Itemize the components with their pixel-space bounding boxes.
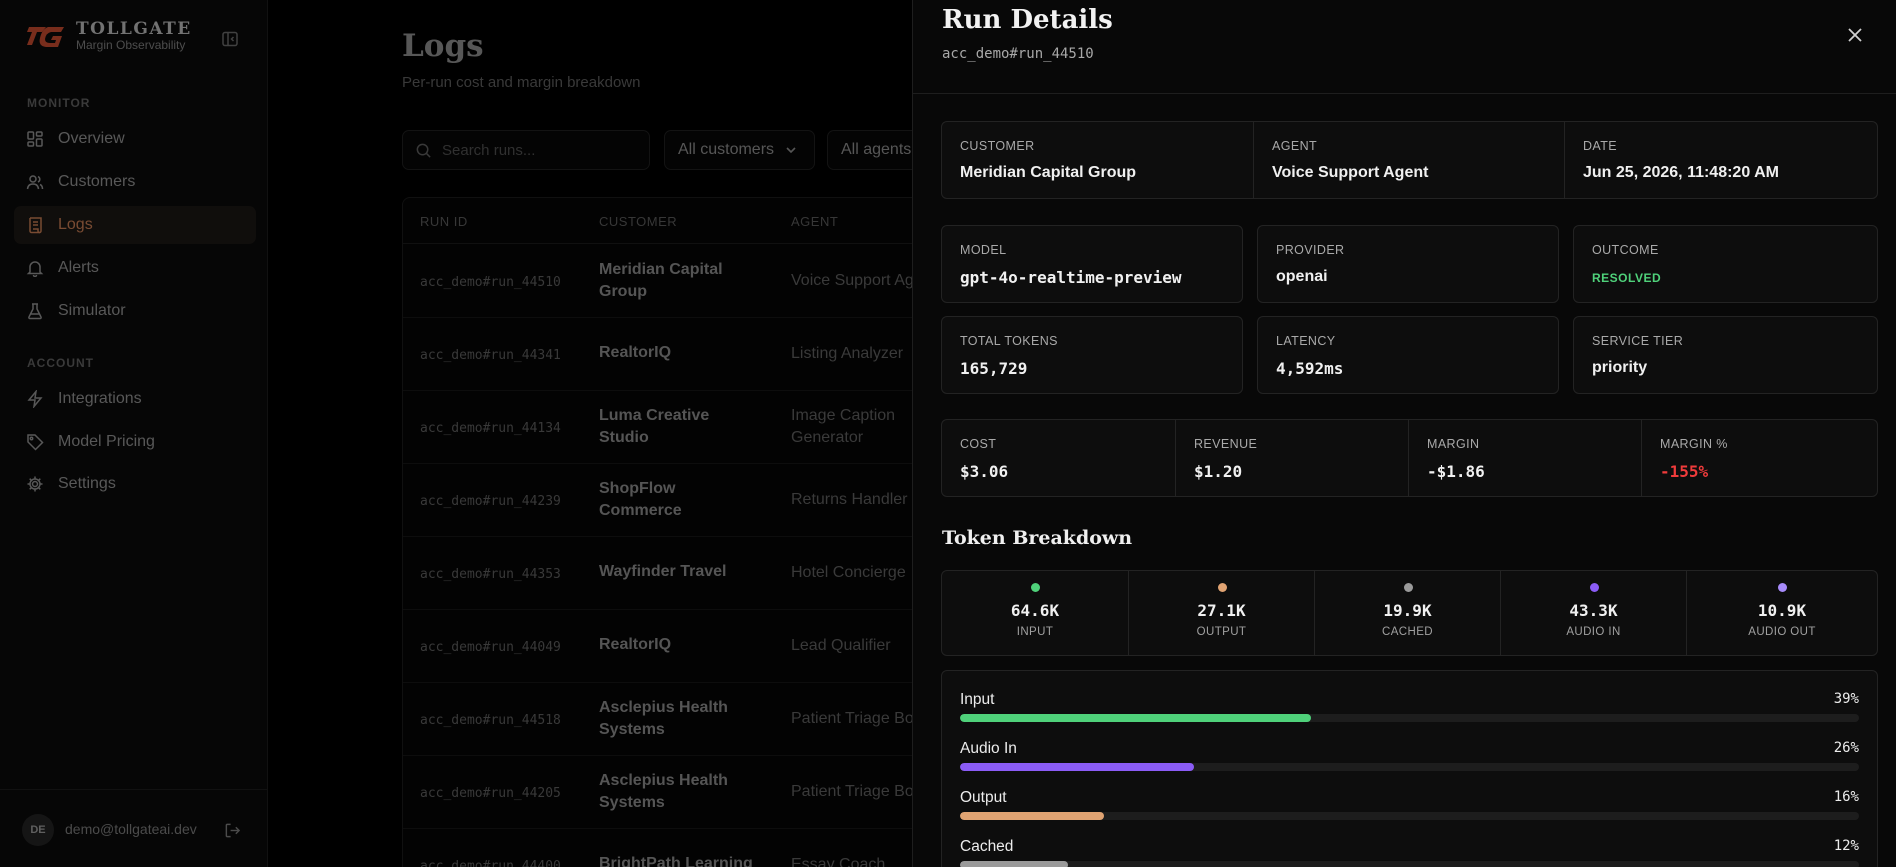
token-type-audio-out: 10.9K AUDIO OUT	[1686, 571, 1877, 655]
proportion-row-output: Output 16%	[960, 789, 1859, 829]
token-types-card: 64.6K INPUT 27.1K OUTPUT 19.9K CACHED 43…	[941, 570, 1878, 656]
total-tokens-card: TOTAL TOKENS 165,729	[941, 316, 1243, 394]
agent-label: AGENT	[1272, 139, 1318, 153]
financials-card: COST $3.06 REVENUE $1.20 MARGIN -$1.86 M…	[941, 419, 1878, 497]
margin-pct-info: MARGIN % -155%	[1641, 420, 1877, 496]
customer-info: CUSTOMER Meridian Capital Group	[942, 122, 1253, 198]
token-type-label: OUTPUT	[1196, 626, 1247, 638]
cost-info: COST $3.06	[942, 420, 1175, 496]
revenue-value: $1.20	[1194, 462, 1243, 481]
proportion-label: Output	[960, 789, 1007, 806]
service-tier-value: priority	[1592, 359, 1648, 376]
proportion-percent: 39%	[1833, 691, 1859, 707]
customer-value: Meridian Capital Group	[960, 164, 1137, 181]
model-value: gpt-4o-realtime-preview	[960, 268, 1182, 287]
proportion-percent: 12%	[1833, 838, 1859, 854]
token-count: 19.9K	[1383, 601, 1432, 620]
token-proportion-card: Input 39% Audio In 26% Output 16% Cached…	[941, 670, 1878, 867]
proportion-bar	[960, 714, 1311, 722]
token-breakdown-title: Token Breakdown	[942, 527, 1133, 549]
revenue-info: REVENUE $1.20	[1175, 420, 1408, 496]
date-label: DATE	[1583, 139, 1618, 153]
token-count: 27.1K	[1197, 601, 1246, 620]
date-value: Jun 25, 2026, 11:48:20 AM	[1583, 164, 1779, 181]
proportion-bar	[960, 812, 1104, 820]
margin-pct-value: -155%	[1660, 462, 1709, 481]
proportion-track	[960, 714, 1859, 722]
token-type-label: CACHED	[1382, 626, 1433, 638]
outcome-card: OUTCOME RESOLVED	[1573, 225, 1878, 303]
token-count: 43.3K	[1569, 601, 1618, 620]
cost-label: COST	[960, 437, 997, 451]
total-tokens-value: 165,729	[960, 359, 1028, 378]
run-info-card: CUSTOMER Meridian Capital Group AGENT Vo…	[941, 121, 1878, 199]
proportion-row-input: Input 39%	[960, 691, 1859, 731]
latency-label: LATENCY	[1276, 334, 1336, 348]
proportion-label: Cached	[960, 838, 1014, 855]
token-type-output: 27.1K OUTPUT	[1128, 571, 1314, 655]
agent-value: Voice Support Agent	[1272, 164, 1429, 181]
proportion-bar	[960, 861, 1068, 867]
header-divider	[913, 93, 1896, 94]
token-type-label: AUDIO IN	[1566, 626, 1621, 638]
close-icon[interactable]	[1846, 26, 1864, 44]
audio-in-color-dot	[1590, 583, 1599, 592]
proportion-percent: 16%	[1833, 789, 1859, 805]
total-tokens-label: TOTAL TOKENS	[960, 334, 1058, 348]
customer-label: CUSTOMER	[960, 139, 1035, 153]
provider-value: openai	[1276, 268, 1328, 285]
service-tier-card: SERVICE TIER priority	[1573, 316, 1878, 394]
token-count: 10.9K	[1757, 601, 1807, 620]
audio-out-color-dot	[1778, 583, 1787, 592]
proportion-row-cached: Cached 12%	[960, 838, 1859, 867]
margin-info: MARGIN -$1.86	[1408, 420, 1641, 496]
margin-pct-label: MARGIN %	[1660, 437, 1728, 451]
token-type-label: INPUT	[1016, 626, 1054, 638]
panel-title: Run Details	[942, 5, 1113, 35]
proportion-label: Input	[960, 691, 995, 708]
service-tier-label: SERVICE TIER	[1592, 334, 1684, 348]
revenue-label: REVENUE	[1194, 437, 1258, 451]
run-details-panel: Run Details acc_demo#run_44510 CUSTOMER …	[912, 0, 1896, 867]
output-color-dot	[1218, 583, 1227, 592]
token-type-audio-in: 43.3K AUDIO IN	[1500, 571, 1686, 655]
margin-label: MARGIN	[1427, 437, 1480, 451]
token-type-cached: 19.9K CACHED	[1314, 571, 1500, 655]
model-label: MODEL	[960, 243, 1007, 257]
provider-card: PROVIDER openai	[1257, 225, 1559, 303]
token-count: 64.6K	[1010, 601, 1060, 620]
latency-card: LATENCY 4,592ms	[1257, 316, 1559, 394]
margin-value: -$1.86	[1427, 462, 1485, 481]
panel-run-id: acc_demo#run_44510	[942, 46, 1094, 62]
input-color-dot	[1031, 583, 1040, 592]
cost-value: $3.06	[960, 462, 1009, 481]
token-type-input: 64.6K INPUT	[942, 571, 1128, 655]
proportion-track	[960, 812, 1859, 820]
agent-info: AGENT Voice Support Agent	[1253, 122, 1564, 198]
cached-color-dot	[1404, 583, 1413, 592]
outcome-label: OUTCOME	[1592, 243, 1659, 257]
proportion-label: Audio In	[960, 740, 1017, 757]
modal-backdrop[interactable]	[0, 0, 912, 867]
proportion-percent: 26%	[1833, 740, 1859, 756]
date-info: DATE Jun 25, 2026, 11:48:20 AM	[1564, 122, 1877, 198]
model-card: MODEL gpt-4o-realtime-preview	[941, 225, 1243, 303]
provider-label: PROVIDER	[1276, 243, 1345, 257]
outcome-status-badge: RESOLVED	[1592, 271, 1662, 285]
proportion-bar	[960, 763, 1194, 771]
proportion-track	[960, 763, 1859, 771]
proportion-row-audio-in: Audio In 26%	[960, 740, 1859, 780]
token-type-label: AUDIO OUT	[1748, 626, 1816, 638]
latency-value: 4,592ms	[1276, 359, 1344, 378]
proportion-track	[960, 861, 1859, 867]
